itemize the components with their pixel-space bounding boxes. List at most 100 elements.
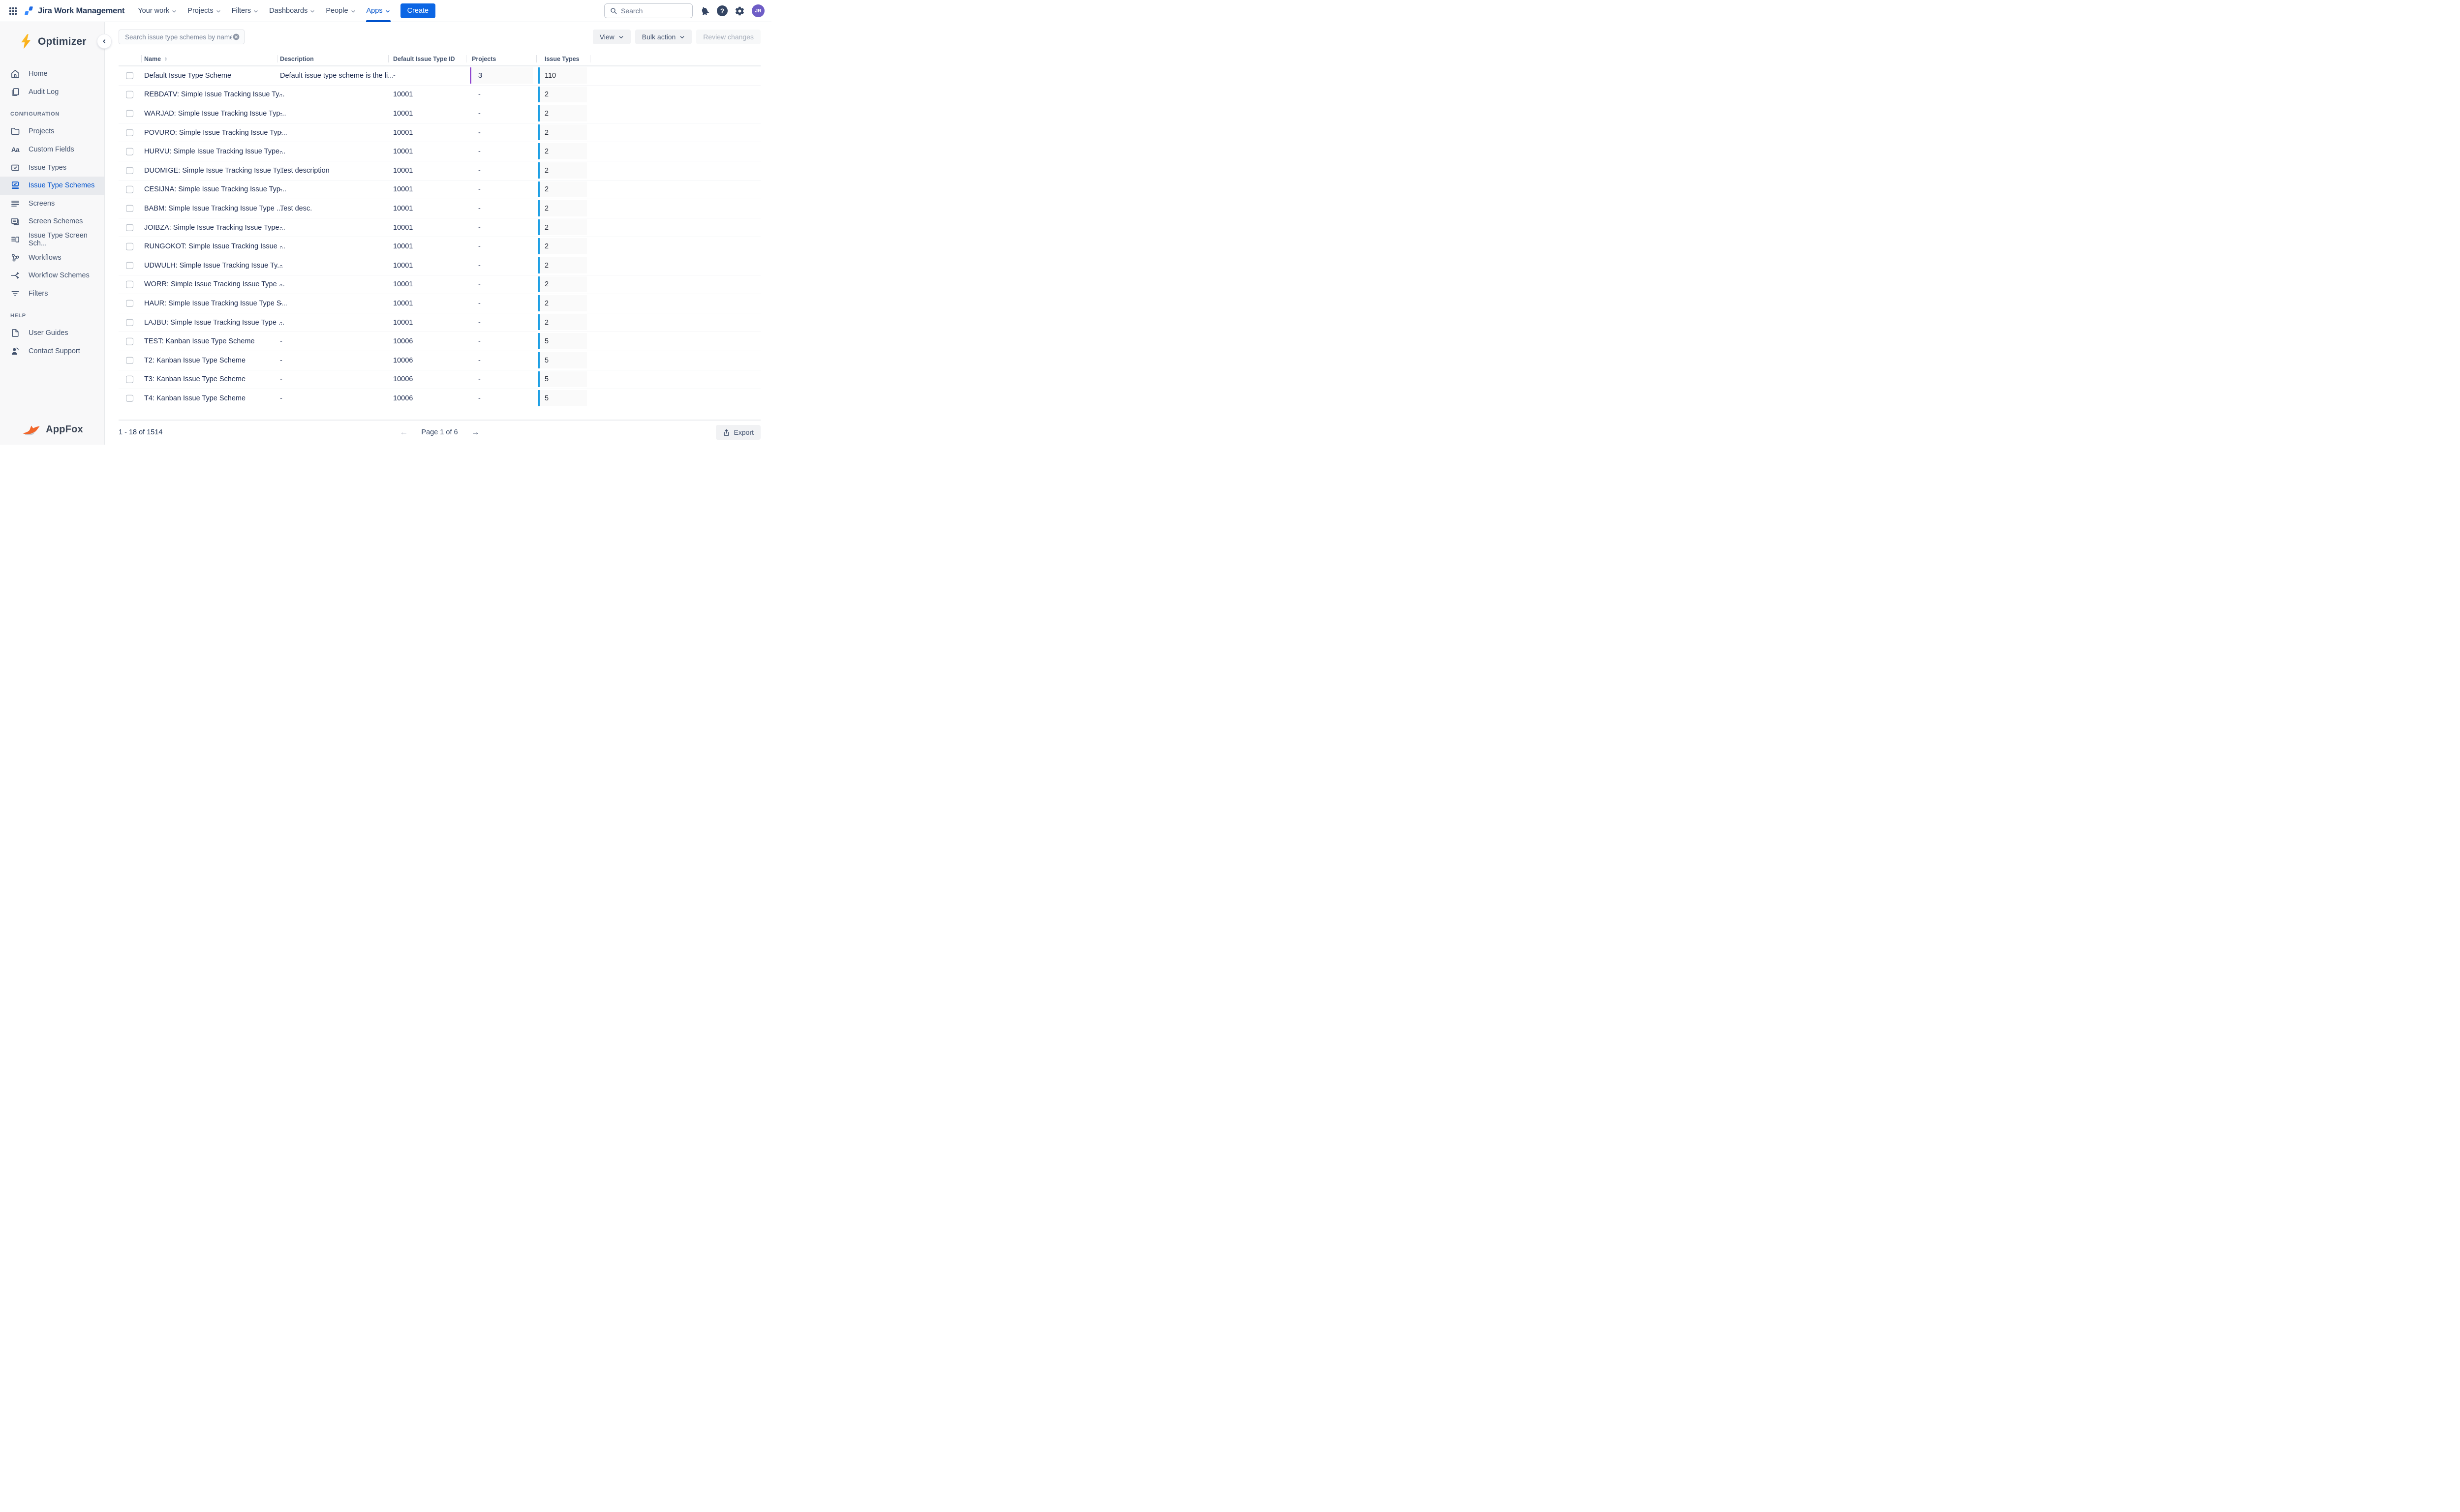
table-row[interactable]: HURVU: Simple Issue Tracking Issue Type.… [119,142,761,161]
column-header-default-issue-type-id[interactable]: Default Issue Type ID [393,56,455,62]
row-checkbox[interactable] [126,129,133,136]
gear-icon[interactable] [735,6,745,16]
row-checkbox[interactable] [126,167,133,175]
table-row[interactable]: LAJBU: Simple Issue Tracking Issue Type … [119,313,761,333]
sidebar-item-contact-support[interactable]: Contact Support [0,342,104,361]
cell-name[interactable]: WORR: Simple Issue Tracking Issue Type .… [144,280,285,288]
sidebar-item-issue-type-screen-sch[interactable]: Issue Type Screen Sch... [0,231,104,249]
table-row[interactable]: BABM: Simple Issue Tracking Issue Type .… [119,199,761,218]
row-checkbox[interactable] [126,243,133,250]
export-button[interactable]: Export [716,425,761,440]
sidebar-item-filters[interactable]: Filters [0,285,104,303]
row-checkbox[interactable] [126,357,133,364]
row-checkbox[interactable] [126,91,133,98]
cell-name[interactable]: BABM: Simple Issue Tracking Issue Type .… [144,205,282,212]
row-checkbox[interactable] [126,224,133,231]
table-row[interactable]: UDWULH: Simple Issue Tracking Issue Ty..… [119,256,761,275]
bulk-action-button[interactable]: Bulk action [635,30,692,44]
table-row[interactable]: JOIBZA: Simple Issue Tracking Issue Type… [119,218,761,238]
next-page-arrow-icon[interactable]: → [471,427,480,437]
table-row[interactable]: Default Issue Type Scheme Default issue … [119,66,761,86]
cell-name[interactable]: POVURO: Simple Issue Tracking Issue Typ.… [144,129,287,137]
navbar-menu-item-apps[interactable]: Apps [361,0,396,22]
sidebar-item-screen-schemes[interactable]: Screen Schemes [0,212,104,231]
cell-name[interactable]: HURVU: Simple Issue Tracking Issue Type.… [144,148,285,155]
row-checkbox[interactable] [126,110,133,118]
navbar-menu-item-projects[interactable]: Projects [182,0,226,22]
cell-name[interactable]: DUOMIGE: Simple Issue Tracking Issue Ty.… [144,167,286,175]
cell-name[interactable]: RUNGOKOT: Simple Issue Tracking Issue ..… [144,242,285,250]
sidebar-item-audit-log[interactable]: Audit Log [0,83,104,101]
scheme-search[interactable] [119,30,245,44]
navbar-menu-item-filters[interactable]: Filters [226,0,264,22]
sidebar-item-issue-type-schemes[interactable]: Issue Type Schemes [0,177,104,195]
help-icon[interactable]: ? [717,5,728,16]
table-row[interactable]: T2: Kanban Issue Type Scheme - 10006 - 5 [119,351,761,370]
table-row[interactable]: HAUR: Simple Issue Tracking Issue Type S… [119,294,761,313]
row-checkbox[interactable] [126,319,133,326]
brand-home-link[interactable]: Jira Work Management [24,5,124,16]
row-checkbox[interactable] [126,300,133,307]
table-row[interactable]: T3: Kanban Issue Type Scheme - 10006 - 5 [119,370,761,390]
review-changes-button[interactable]: Review changes [696,30,761,44]
sidebar-item-home[interactable]: Home [0,65,104,83]
scheme-search-input[interactable] [125,33,232,41]
row-checkbox[interactable] [126,338,133,345]
sidebar-item-user-guides[interactable]: User Guides [0,324,104,342]
cell-name[interactable]: TEST: Kanban Issue Type Scheme [144,337,255,345]
sidebar-collapse-button[interactable] [97,34,111,48]
prev-page-arrow-icon[interactable]: ← [400,427,408,437]
table-row[interactable]: DUOMIGE: Simple Issue Tracking Issue Ty.… [119,161,761,181]
table-row[interactable]: WORR: Simple Issue Tracking Issue Type .… [119,275,761,295]
user-avatar[interactable]: JR [752,4,765,17]
clear-search-icon[interactable] [232,33,240,41]
cell-name[interactable]: JOIBZA: Simple Issue Tracking Issue Type… [144,224,285,232]
row-checkbox[interactable] [126,205,133,212]
table-row[interactable]: TEST: Kanban Issue Type Scheme - 10006 -… [119,332,761,351]
navbar-menu-item-dashboards[interactable]: Dashboards [264,0,320,22]
sidebar-item-screens[interactable]: Screens [0,195,104,213]
global-search[interactable] [604,3,693,18]
table-row[interactable]: WARJAD: Simple Issue Tracking Issue Typ.… [119,104,761,123]
global-search-input[interactable] [621,7,687,15]
notifications-bell-icon[interactable] [698,4,711,17]
cell-name[interactable]: T2: Kanban Issue Type Scheme [144,357,246,364]
cell-name[interactable]: CESIJNA: Simple Issue Tracking Issue Typ… [144,185,286,193]
row-checkbox[interactable] [126,186,133,193]
row-checkbox[interactable] [126,148,133,155]
cell-name[interactable]: HAUR: Simple Issue Tracking Issue Type S… [144,300,287,307]
column-header-projects[interactable]: Projects [472,56,496,62]
sidebar-item-custom-fields[interactable]: Aa Custom Fields [0,141,104,159]
table-row[interactable]: POVURO: Simple Issue Tracking Issue Typ.… [119,123,761,143]
cell-name[interactable]: T4: Kanban Issue Type Scheme [144,394,246,402]
navbar-menu-item-people[interactable]: People [320,0,361,22]
sidebar-item-issue-types[interactable]: Issue Types [0,158,104,177]
sidebar-item-workflows[interactable]: Workflows [0,248,104,267]
row-checkbox[interactable] [126,376,133,383]
sidebar-item-workflow-schemes[interactable]: Workflow Schemes [0,267,104,285]
cell-name[interactable]: UDWULH: Simple Issue Tracking Issue Ty..… [144,262,283,270]
table-row[interactable]: RUNGOKOT: Simple Issue Tracking Issue ..… [119,237,761,256]
cell-name[interactable]: LAJBU: Simple Issue Tracking Issue Type … [144,319,284,327]
view-button[interactable]: View [593,30,631,44]
cell-name[interactable]: WARJAD: Simple Issue Tracking Issue Typ.… [144,110,286,118]
app-switcher-button[interactable] [5,3,21,19]
row-checkbox[interactable] [126,262,133,269]
sort-icon[interactable] [163,56,169,62]
navbar-menu-item-your-work[interactable]: Your work [132,0,182,22]
row-checkbox[interactable] [126,395,133,402]
cell-name[interactable]: T3: Kanban Issue Type Scheme [144,375,246,383]
toolbar-actions: View Bulk action Review changes [593,30,761,44]
row-checkbox[interactable] [126,72,133,80]
cell-name[interactable]: REBDATV: Simple Issue Tracking Issue Ty.… [144,91,285,98]
table-row[interactable]: T4: Kanban Issue Type Scheme - 10006 - 5 [119,389,761,408]
column-header-name[interactable]: Name [144,56,169,62]
cell-name[interactable]: Default Issue Type Scheme [144,72,231,80]
column-header-description[interactable]: Description [280,56,314,62]
row-checkbox[interactable] [126,281,133,288]
table-row[interactable]: REBDATV: Simple Issue Tracking Issue Ty.… [119,86,761,105]
table-row[interactable]: CESIJNA: Simple Issue Tracking Issue Typ… [119,181,761,200]
column-header-issue-types[interactable]: Issue Types [545,56,580,62]
sidebar-item-projects[interactable]: Projects [0,122,104,141]
create-button[interactable]: Create [400,3,436,18]
